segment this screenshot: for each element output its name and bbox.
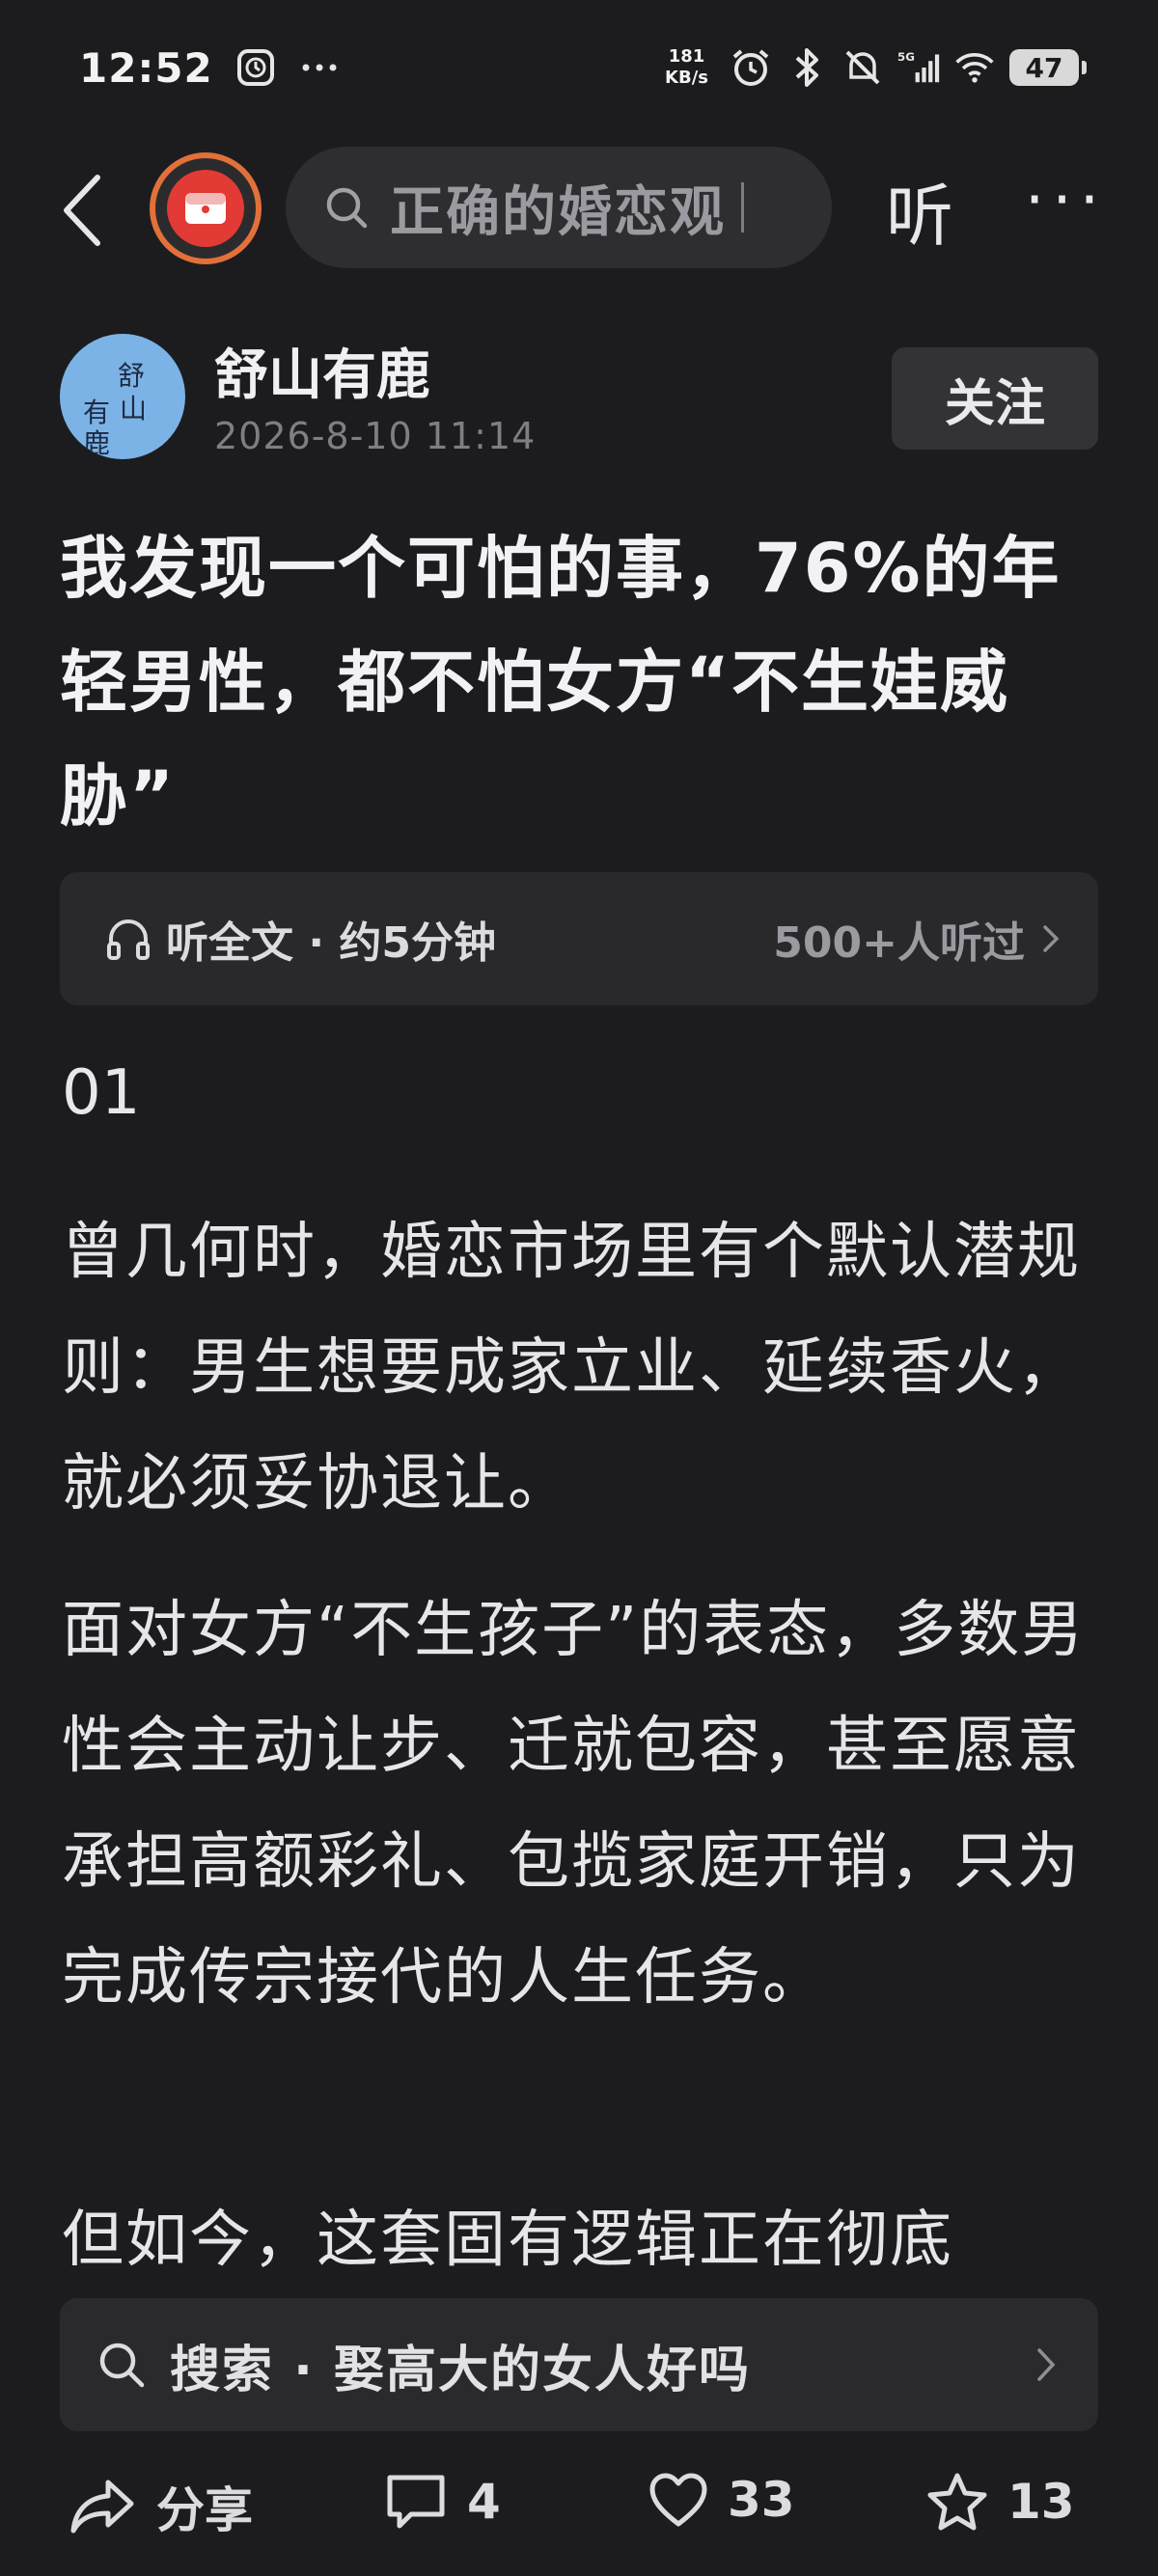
net-speed-unit: KB/s [665,68,708,88]
share-icon [70,2480,134,2534]
share-label: 分享 [156,2482,253,2538]
listen-full-article-card[interactable]: 听全文 · 约5分钟 500+人听过 [60,872,1098,1005]
alarm-icon [730,46,772,89]
avatar-char: 山 [120,393,148,425]
related-search-separator: · [293,2341,315,2399]
top-nav-bar: 正确的婚恋观 听 ··· [0,143,1158,272]
article-title: 我发现一个可怕的事，76%的年轻男性，都不怕女方“不生娃威胁” [60,529,1062,836]
related-search-text: 搜索 · 娶高大的女人好吗 [170,2329,751,2401]
status-time: 12:52 [79,43,213,92]
headphones-icon [107,919,150,960]
share-button[interactable]: 分享 [69,2472,253,2541]
chevron-right-icon [1043,925,1060,952]
text-cursor [741,182,744,233]
paragraph: 面对女方“不生孩子”的表态，多数男性会主动让步、迁就包容，甚至愿意承担高额彩礼、… [62,1595,1086,2014]
chevron-right-icon [1037,2348,1056,2381]
section-number: 01 [62,1057,141,1129]
bluetooth-icon [786,46,828,89]
status-right: 181 KB/s 5G 47 [665,46,1087,89]
timer-icon [234,46,277,89]
related-search-prefix: 搜索 [170,2341,275,2399]
app-logo-icon [167,170,244,247]
comment-icon [387,2475,445,2529]
avatar[interactable]: 舒 山 有 鹿 [60,334,185,459]
listen-card-label: 听全文 · 约5分钟 [166,918,496,968]
app-logo-button[interactable] [150,152,262,264]
wifi-icon [953,46,996,89]
more-dots-icon [298,46,341,89]
like-button[interactable]: 33 [648,2472,795,2528]
battery-icon: 47 [1009,49,1087,86]
comment-button[interactable]: 4 [384,2472,501,2532]
favorite-count: 13 [1007,2474,1075,2530]
author-row: 舒 山 有 鹿 舒山有鹿 2026-8-10 11:14 关注 [60,330,1102,465]
mute-icon [841,46,884,89]
author-name[interactable]: 舒山有鹿 [214,332,430,410]
signal-icon: 5G [897,46,940,89]
signal-label: 5G [897,50,915,64]
status-left: 12:52 [79,44,341,92]
search-input[interactable]: 正确的婚恋观 [286,147,832,268]
search-icon [326,187,368,229]
related-search-bar[interactable]: 搜索 · 娶高大的女人好吗 [60,2298,1098,2431]
search-icon [99,2343,145,2388]
net-speed: 181 KB/s [665,46,708,89]
related-search-query: 娶高大的女人好吗 [334,2341,752,2399]
more-options-button[interactable]: ··· [1025,162,1107,239]
chevron-left-icon [64,175,100,246]
like-count: 33 [728,2472,795,2528]
listen-button[interactable]: 听 [886,162,953,260]
comment-count: 4 [467,2474,501,2530]
search-query-text: 正确的婚恋观 [390,180,726,244]
publish-date: 2026-8-10 11:14 [214,415,537,457]
listen-count: 500+人听过 [773,918,1025,968]
heart-icon [649,2473,707,2527]
star-icon [927,2473,987,2531]
avatar-char: 鹿 [83,427,111,459]
paragraph: 但如今，这套固有逻辑正在彻底 [62,2205,953,2276]
net-speed-value: 181 [668,46,705,67]
favorite-button[interactable]: 13 [926,2472,1075,2532]
back-button[interactable] [48,172,116,249]
bottom-action-bar: 分享 4 33 13 [0,2451,1158,2576]
follow-button[interactable]: 关注 [892,347,1098,450]
paragraph: 曾几何时，婚恋市场里有个默认潜规则：男生想要成家立业、延续香火，就必须妥协退让。 [62,1217,1081,1520]
status-bar: 12:52 181 KB/s 5G 47 [0,0,1158,135]
